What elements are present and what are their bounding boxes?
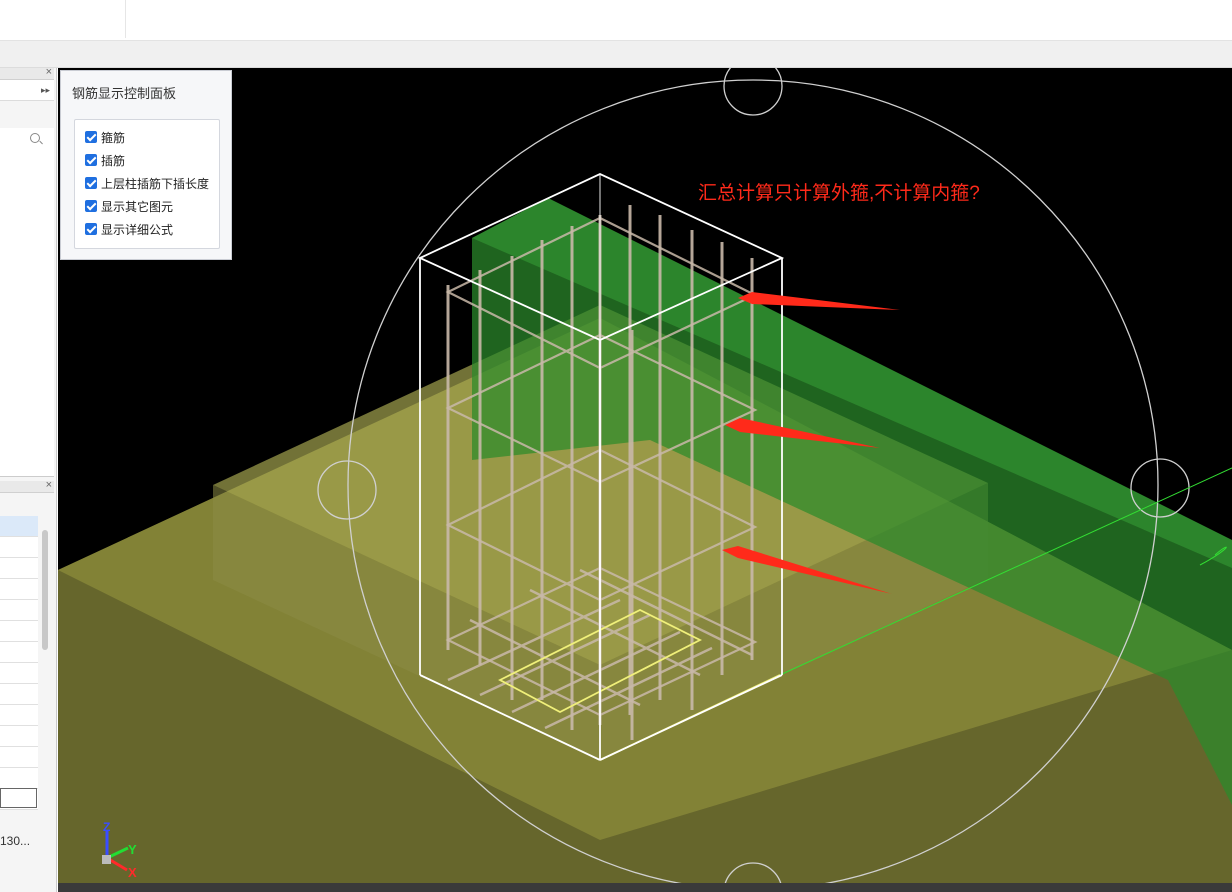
x-axis-label: X bbox=[128, 865, 137, 880]
truncated-value: 130... bbox=[0, 834, 31, 848]
search-icon[interactable] bbox=[30, 133, 40, 143]
list-item[interactable] bbox=[0, 768, 38, 789]
left-panel-search-row[interactable] bbox=[0, 128, 54, 149]
list-item[interactable] bbox=[0, 663, 38, 684]
value-input[interactable] bbox=[0, 788, 37, 808]
left-side-panel: × ▸▸ × 130... bbox=[0, 65, 57, 892]
orbit-handle-top bbox=[723, 68, 783, 116]
option-stirrup[interactable]: 箍筋 bbox=[85, 129, 125, 145]
option-show-other-elements[interactable]: 显示其它图元 bbox=[85, 198, 173, 214]
y-axis-label: Y bbox=[128, 842, 137, 857]
checkbox-checked-icon[interactable] bbox=[85, 223, 97, 235]
left-panel-tree bbox=[0, 148, 54, 477]
3d-model-canvas bbox=[58, 68, 1232, 892]
list-item[interactable] bbox=[0, 537, 38, 558]
list-item[interactable] bbox=[0, 621, 38, 642]
z-axis-label: Z bbox=[103, 820, 111, 834]
close-icon[interactable]: × bbox=[46, 65, 52, 79]
annotation-text: 汇总计算只计算外箍,不计算内箍? bbox=[698, 183, 980, 204]
checkbox-checked-icon[interactable] bbox=[85, 154, 97, 166]
option-dowel[interactable]: 插筋 bbox=[85, 152, 125, 168]
checkbox-checked-icon[interactable] bbox=[85, 131, 97, 143]
axis-indicator: Z Y X bbox=[96, 820, 146, 880]
list-item[interactable] bbox=[0, 705, 38, 726]
property-list bbox=[0, 516, 38, 810]
list-item[interactable] bbox=[0, 579, 38, 600]
option-upper-dowel-length[interactable]: 上层柱插筋下插长度 bbox=[85, 175, 209, 191]
close-icon[interactable]: × bbox=[46, 478, 52, 492]
status-bar bbox=[58, 883, 1232, 892]
expand-icon[interactable]: ▸▸ bbox=[41, 85, 50, 96]
rebar-display-control-panel: 钢筋显示控制面板 箍筋 插筋 上层柱插筋下插长度 显示其它图元 显示详细公式 bbox=[60, 70, 232, 260]
left-panel-toolbar: ▸▸ bbox=[0, 80, 54, 101]
options-box: 箍筋 插筋 上层柱插筋下插长度 显示其它图元 显示详细公式 bbox=[74, 119, 220, 249]
list-item[interactable] bbox=[0, 747, 38, 768]
left-panel-lower-header: × bbox=[0, 478, 54, 493]
panel-title: 钢筋显示控制面板 bbox=[72, 86, 177, 101]
left-panel-header: × bbox=[0, 65, 54, 80]
3d-viewport[interactable] bbox=[58, 68, 1232, 892]
toolbar bbox=[0, 41, 1232, 68]
list-item[interactable] bbox=[0, 516, 38, 537]
checkbox-checked-icon[interactable] bbox=[85, 200, 97, 212]
list-item[interactable] bbox=[0, 684, 38, 705]
list-item[interactable] bbox=[0, 726, 38, 747]
list-item[interactable] bbox=[0, 642, 38, 663]
list-item[interactable] bbox=[0, 600, 38, 621]
option-show-detailed-formula[interactable]: 显示详细公式 bbox=[85, 221, 173, 237]
title-bar bbox=[0, 0, 1232, 41]
list-item[interactable] bbox=[0, 558, 38, 579]
checkbox-checked-icon[interactable] bbox=[85, 177, 97, 189]
title-divider bbox=[125, 0, 126, 38]
scrollbar[interactable] bbox=[42, 530, 48, 650]
